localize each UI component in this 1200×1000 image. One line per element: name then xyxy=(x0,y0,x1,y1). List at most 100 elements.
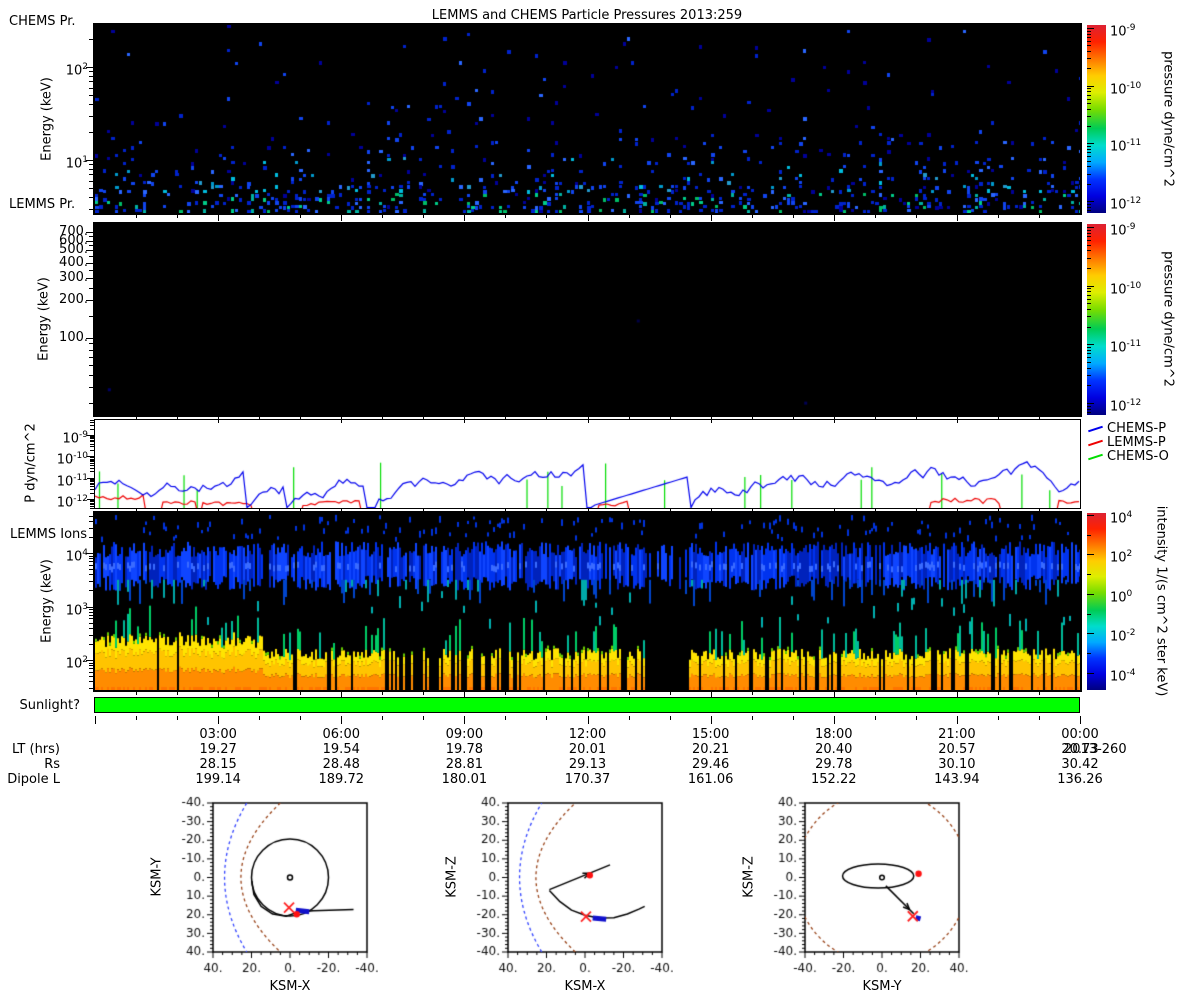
axis-tick xyxy=(259,692,261,695)
axis-tick xyxy=(89,688,93,689)
tick-label: 200. xyxy=(59,292,88,308)
legend-item-lemms-p: LEMMS-P xyxy=(1088,435,1166,450)
axis-tick xyxy=(89,288,93,289)
axis-tick xyxy=(1087,653,1091,655)
axis-tick xyxy=(464,692,466,698)
axis-tick xyxy=(546,716,548,720)
colorbar xyxy=(1087,224,1106,415)
axis-tick xyxy=(915,215,917,218)
axis-tick xyxy=(1038,692,1040,695)
axis-tick xyxy=(89,208,93,210)
axis-tick xyxy=(1087,88,1091,90)
axis-tick xyxy=(89,564,93,566)
row-label-dipole-l: Dipole L xyxy=(7,772,60,787)
axis-tick xyxy=(90,478,94,480)
axis-tick xyxy=(1087,350,1091,351)
tick-label: 10-4 xyxy=(1110,667,1136,685)
axis-tick xyxy=(90,465,94,467)
axis-tick xyxy=(751,417,753,420)
chems-p-line-swatch xyxy=(1088,425,1103,432)
axis-tick xyxy=(300,692,302,695)
axis-tick xyxy=(1087,28,1094,29)
axis-tick xyxy=(89,555,93,557)
axis-tick xyxy=(1087,353,1091,355)
axis-tick xyxy=(505,692,507,695)
axis-tick xyxy=(1087,183,1091,185)
axis-tick xyxy=(587,509,589,513)
axis-tick xyxy=(874,509,876,511)
axis-tick xyxy=(89,103,93,105)
axis-tick xyxy=(136,509,138,511)
axis-tick xyxy=(89,609,93,611)
axis-tick xyxy=(300,417,302,420)
axis-tick xyxy=(89,643,93,645)
axis-tick xyxy=(1087,257,1091,259)
axis-tick xyxy=(1087,160,1091,162)
tick-label: 102 xyxy=(65,655,88,672)
axis-tick xyxy=(95,716,96,724)
axis-tick xyxy=(177,692,179,695)
legend-label-chems-p: CHEMS-P xyxy=(1107,421,1167,436)
time-label: 06:00 xyxy=(322,727,360,742)
figure: LEMMS and CHEMS Particle Pressures 2013:… xyxy=(0,0,1200,1000)
axis-tick xyxy=(89,611,93,613)
tick-label: 10-10 xyxy=(1110,80,1142,98)
axis-tick xyxy=(382,716,384,720)
axis-tick xyxy=(89,187,93,189)
axis-tick xyxy=(218,509,220,513)
axis-tick xyxy=(1087,316,1091,318)
axis-tick xyxy=(1087,554,1094,556)
axis-tick xyxy=(218,716,220,724)
axis-tick xyxy=(423,692,425,695)
axis-tick xyxy=(90,428,94,430)
axis-tick xyxy=(90,489,94,491)
axis-tick xyxy=(1087,309,1091,311)
axis-tick xyxy=(90,422,94,424)
axis-tick xyxy=(259,215,261,218)
axis-tick xyxy=(90,471,94,473)
axis-tick xyxy=(90,481,94,483)
axis-tick xyxy=(89,115,93,117)
axis-tick xyxy=(89,537,93,538)
axis-tick xyxy=(89,671,93,673)
axis-tick xyxy=(1087,203,1091,205)
axis-tick xyxy=(300,509,302,511)
colorbar xyxy=(1087,513,1106,690)
axis-tick xyxy=(177,716,179,720)
axis-tick xyxy=(1087,236,1091,238)
axis-tick xyxy=(669,215,671,218)
axis-tick xyxy=(1038,215,1040,218)
axis-tick xyxy=(1087,85,1094,87)
axis-tick xyxy=(669,716,671,720)
axis-tick xyxy=(792,509,794,511)
axis-tick xyxy=(259,417,261,420)
axis-tick xyxy=(1087,402,1094,404)
row-label-lt: LT (hrs) xyxy=(11,742,60,757)
axis-tick xyxy=(89,387,93,389)
axis-tick xyxy=(259,509,261,511)
axis-tick xyxy=(90,438,94,440)
row-value: 19.54 xyxy=(322,742,360,757)
time-label: 15:00 xyxy=(691,727,730,742)
lemms-ions-panel-label: LEMMS Ions xyxy=(10,527,88,542)
lemms-ions-panel xyxy=(93,511,1082,692)
axis-tick xyxy=(90,502,94,504)
axis-tick xyxy=(997,692,999,695)
axis-tick xyxy=(587,215,589,221)
axis-tick xyxy=(546,692,548,695)
axis-tick xyxy=(956,716,958,724)
lemms-panel-label: LEMMS Pr. xyxy=(9,197,76,212)
axis-tick xyxy=(89,131,93,133)
axis-tick xyxy=(1087,232,1091,234)
axis-tick xyxy=(464,417,466,423)
axis-tick xyxy=(997,417,999,420)
axis-tick xyxy=(997,509,999,511)
row-value: 28.48 xyxy=(322,757,360,772)
axis-tick xyxy=(1087,115,1091,117)
axis-tick xyxy=(90,467,94,469)
axis-tick xyxy=(1087,156,1091,158)
tick-label: 10-9 xyxy=(1110,222,1136,239)
axis-tick xyxy=(505,215,507,218)
row-value: 20.21 xyxy=(692,742,730,757)
axis-tick xyxy=(89,168,93,170)
